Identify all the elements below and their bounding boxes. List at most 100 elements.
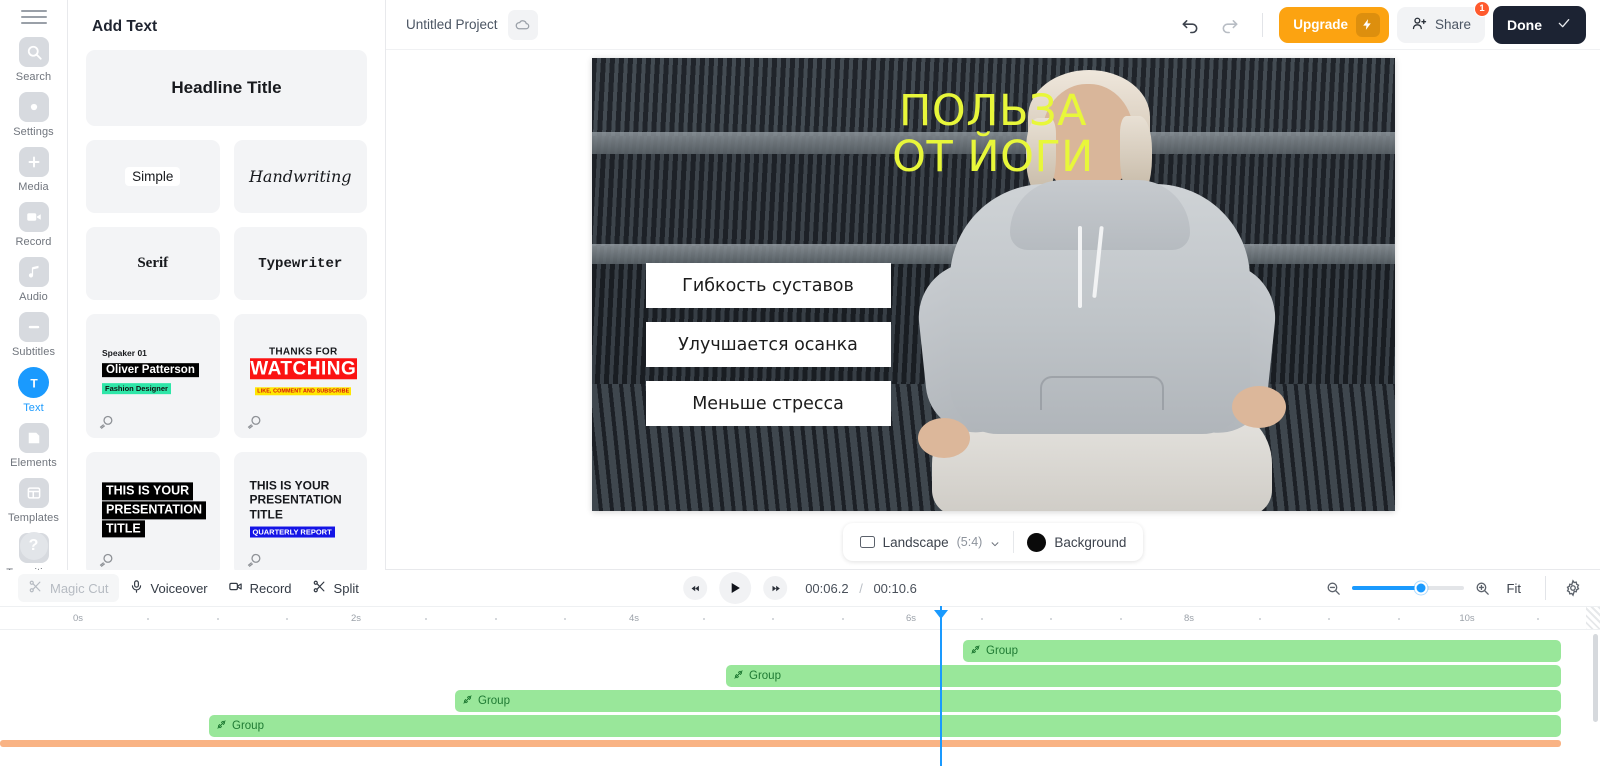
ruler-tick xyxy=(981,618,983,620)
text-preset-speaker[interactable]: Speaker 01 Oliver Patterson Fashion Desi… xyxy=(86,314,220,438)
zoom-slider[interactable] xyxy=(1352,586,1464,590)
layout-icon xyxy=(19,478,49,508)
color-swatch xyxy=(1027,533,1046,552)
zoom-in-icon[interactable] xyxy=(1474,580,1491,597)
font-preset-serif[interactable]: Serif xyxy=(86,227,220,300)
font-preset-typewriter[interactable]: Typewriter xyxy=(234,227,368,300)
plus-media-icon xyxy=(19,147,49,177)
sidebar-item-audio[interactable]: Audio xyxy=(0,252,68,307)
shapes-icon xyxy=(19,423,49,453)
playhead[interactable] xyxy=(940,606,942,766)
zoom-out-icon[interactable] xyxy=(1325,580,1342,597)
aspect-ratio-selector[interactable]: Landscape (5:4) xyxy=(847,526,1014,558)
preset-preview: THANKS FOR WATCHING LIKE, COMMENT AND SU… xyxy=(250,346,358,397)
done-button[interactable]: Done xyxy=(1493,6,1586,44)
chevron-down-icon xyxy=(990,537,1000,547)
timeline-clip[interactable]: Group xyxy=(209,715,1561,737)
animation-icon xyxy=(98,552,115,569)
upgrade-button[interactable]: Upgrade xyxy=(1279,7,1389,43)
sidebar-item-text[interactable]: T Text xyxy=(0,362,68,418)
sidebar-item-media[interactable]: Media xyxy=(0,142,68,197)
clip-label: Group xyxy=(232,720,264,732)
hamburger-icon[interactable] xyxy=(21,10,47,24)
clip-label: Group xyxy=(749,670,781,682)
text-preset-presentation-b[interactable]: THIS IS YOUR PRESENTATION TITLE QUARTERL… xyxy=(234,452,368,570)
text-preset-headline[interactable]: Headline Title xyxy=(86,50,367,126)
video-camera-icon xyxy=(19,202,49,232)
tool-label: Record xyxy=(250,581,292,596)
text-preset-presentation-a[interactable]: THIS IS YOUR PRESENTATION TITLE xyxy=(86,452,220,570)
canvas-area: ПОЛЬЗА ОТ ЙОГИ Гибкость суставов Улучшае… xyxy=(386,50,1600,569)
canvas-toolbar: Landscape (5:4) Background xyxy=(843,523,1144,561)
ruler-tick xyxy=(703,618,705,620)
gear-icon[interactable] xyxy=(1564,579,1582,597)
sidebar-item-subtitles[interactable]: Subtitles xyxy=(0,307,68,362)
bullet-card[interactable]: Гибкость суставов xyxy=(646,263,891,308)
playhead-handle[interactable] xyxy=(934,610,948,619)
preset-badge: QUARTERLY REPORT xyxy=(250,527,335,538)
background-selector[interactable]: Background xyxy=(1014,526,1139,558)
top-bar-actions: Upgrade Share 1 Done xyxy=(1174,6,1586,44)
rewind-icon[interactable] xyxy=(683,576,707,600)
timeline-clip-audio[interactable] xyxy=(0,740,1561,747)
canvas-title-text[interactable]: ПОЛЬЗА ОТ ЙОГИ xyxy=(592,88,1395,181)
preset-line1: THIS IS YOUR xyxy=(250,479,358,493)
text-t-icon: T xyxy=(18,367,49,398)
ruler-tick xyxy=(772,618,774,620)
video-canvas[interactable]: ПОЛЬЗА ОТ ЙОГИ Гибкость суставов Улучшае… xyxy=(592,58,1395,511)
tool-label: Split xyxy=(334,581,359,596)
editor-stage: Untitled Project Upgrade xyxy=(386,0,1600,570)
slider-knob[interactable] xyxy=(1414,582,1427,595)
title-line-1: ПОЛЬЗА xyxy=(592,88,1395,134)
sidebar-item-record[interactable]: Record xyxy=(0,197,68,252)
timeline-clip[interactable]: Group xyxy=(963,640,1561,662)
timeline-ruler[interactable]: 0s2s4s6s8s10s xyxy=(0,606,1600,630)
redo-arrow-icon[interactable] xyxy=(1214,9,1246,41)
record-button[interactable]: Record xyxy=(218,574,302,602)
timeline-clip[interactable]: Group xyxy=(455,690,1561,712)
sidebar-item-elements[interactable]: Elements xyxy=(0,418,68,473)
timeline-tracks[interactable]: Group Group Group Group xyxy=(0,630,1600,766)
preset-label: Headline Title xyxy=(171,78,281,98)
divider xyxy=(1545,576,1546,600)
add-text-panel: Add Text Headline Title Simple Handwriti… xyxy=(68,0,386,570)
link-slash-icon xyxy=(970,642,981,660)
magic-cut-button[interactable]: Magic Cut xyxy=(18,574,119,602)
fast-forward-icon[interactable] xyxy=(763,576,787,600)
lightning-bolt-icon xyxy=(1356,13,1380,37)
fit-button[interactable]: Fit xyxy=(1501,579,1527,598)
share-button[interactable]: Share 1 xyxy=(1397,7,1485,43)
panel-title: Add Text xyxy=(86,0,367,50)
sidebar-item-search[interactable]: Search xyxy=(0,32,68,87)
help-button[interactable]: ? xyxy=(20,532,48,560)
ruler-label: 8s xyxy=(1184,613,1194,624)
bullet-card[interactable]: Улучшается осанка xyxy=(646,322,891,367)
sidebar-label: Templates xyxy=(8,512,59,524)
preset-line2: PRESENTATION TITLE xyxy=(250,493,358,522)
sidebar-item-templates[interactable]: Templates xyxy=(0,473,68,528)
play-icon[interactable] xyxy=(719,572,751,604)
project-name[interactable]: Untitled Project xyxy=(406,17,498,32)
upper-region: Search Settings Media Record Audio xyxy=(0,0,1600,570)
preset-line2: WATCHING xyxy=(250,358,358,379)
share-label: Share xyxy=(1435,17,1471,32)
undo-arrow-icon[interactable] xyxy=(1174,9,1206,41)
timeline-clip[interactable]: Group xyxy=(726,665,1561,687)
animation-icon xyxy=(246,552,263,569)
text-preset-thanks-for-watching[interactable]: THANKS FOR WATCHING LIKE, COMMENT AND SU… xyxy=(234,314,368,438)
vertical-scrollbar[interactable] xyxy=(1593,634,1598,722)
preset-line3: TITLE xyxy=(102,520,145,538)
preset-label: Handwriting xyxy=(249,167,352,186)
sidebar-item-settings[interactable]: Settings xyxy=(0,87,68,142)
ruler-tick xyxy=(425,618,427,620)
font-preset-handwriting[interactable]: Handwriting xyxy=(234,140,368,213)
subtitles-icon xyxy=(19,312,49,342)
bullet-card[interactable]: Меньше стресса xyxy=(646,381,891,426)
font-preset-simple[interactable]: Simple xyxy=(86,140,220,213)
ruler-label: 10s xyxy=(1459,613,1474,624)
music-note-icon xyxy=(19,257,49,287)
split-button[interactable]: Split xyxy=(302,574,369,602)
voiceover-button[interactable]: Voiceover xyxy=(119,574,218,602)
title-line-2: ОТ ЙОГИ xyxy=(592,134,1395,180)
cloud-save-icon[interactable] xyxy=(508,10,538,40)
